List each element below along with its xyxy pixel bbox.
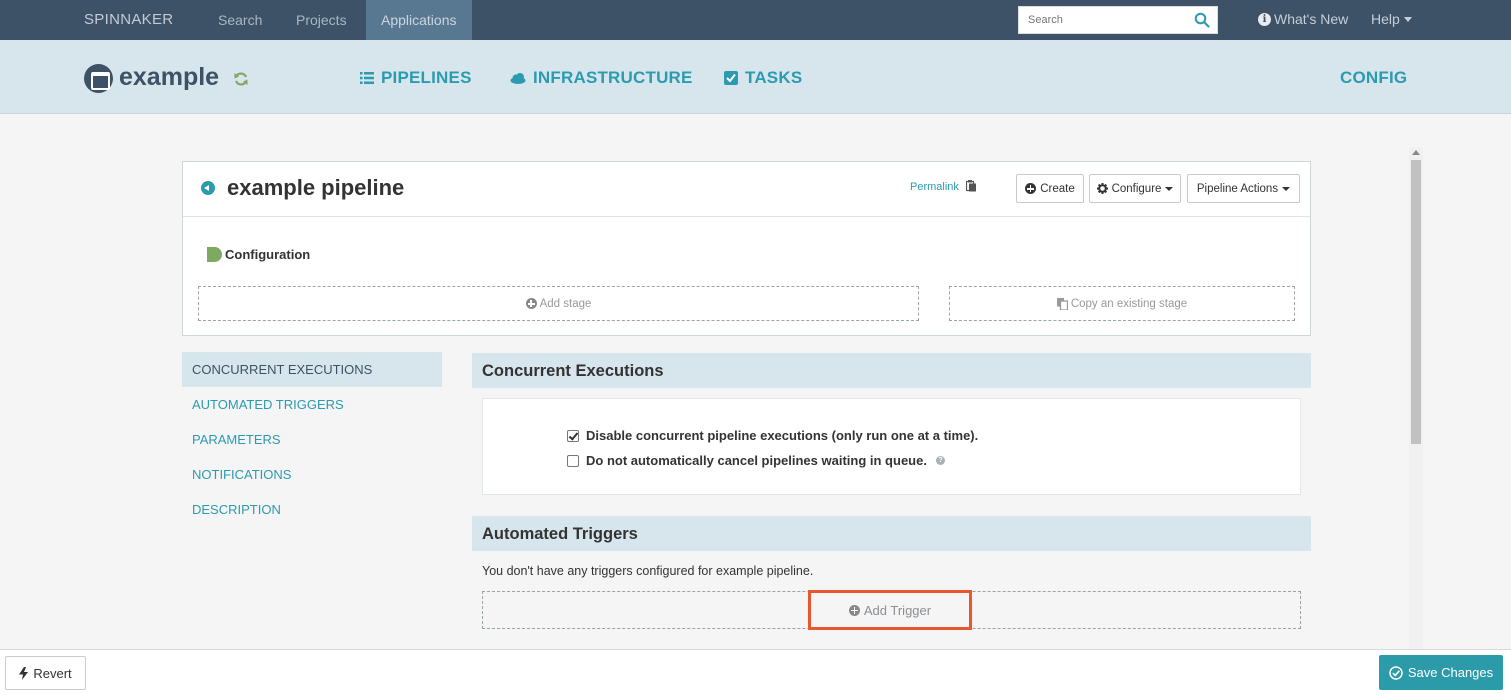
- tab-pipelines[interactable]: PIPELINES: [360, 68, 472, 88]
- create-button-label: Create: [1040, 182, 1075, 195]
- copy-stage-label: Copy an existing stage: [1070, 297, 1188, 310]
- nav-applications[interactable]: Applications: [366, 0, 472, 40]
- add-stage-label: Add stage: [539, 297, 592, 310]
- configuration-stage-label: Configuration: [225, 247, 311, 262]
- save-changes-label: Save Changes: [1407, 665, 1494, 680]
- chevron-down-icon: [1282, 186, 1291, 191]
- refresh-icon[interactable]: [233, 71, 249, 87]
- whats-new-link[interactable]: i What's New: [1258, 11, 1348, 27]
- application-header: example PIPELINES INFRASTRUCTURE TASKS C…: [0, 40, 1511, 114]
- chevron-down-icon: [1165, 186, 1174, 191]
- list-icon: [360, 72, 374, 84]
- copy-icon: [1056, 297, 1068, 310]
- help-icon[interactable]: ?: [935, 456, 945, 465]
- help-label: Help: [1371, 11, 1400, 27]
- checkbox-icon: [724, 71, 738, 85]
- section-nav-concurrent-executions[interactable]: CONCURRENT EXECUTIONS: [182, 352, 442, 387]
- tab-config[interactable]: CONFIG: [1340, 68, 1407, 88]
- concurrent-executions-panel: Disable concurrent pipeline executions (…: [482, 398, 1301, 495]
- help-menu[interactable]: Help: [1371, 11, 1412, 27]
- brand-logo[interactable]: SPINNAKER: [84, 11, 173, 28]
- add-stage-button[interactable]: Add stage: [198, 286, 919, 321]
- tab-infrastructure[interactable]: INFRASTRUCTURE: [510, 68, 693, 88]
- permalink-link[interactable]: Permalink: [910, 181, 959, 193]
- no-auto-cancel-option[interactable]: Do not automatically cancel pipelines wa…: [567, 453, 945, 468]
- tab-tasks-label: TASKS: [745, 68, 803, 87]
- back-arrow-icon[interactable]: [201, 181, 215, 195]
- application-name: example: [119, 63, 220, 91]
- disable-concurrent-checkbox[interactable]: [567, 429, 579, 442]
- check-circle-icon: [1389, 665, 1403, 680]
- clipboard-icon[interactable]: [966, 180, 977, 192]
- nav-projects[interactable]: Projects: [296, 0, 347, 40]
- scrollbar-thumb[interactable]: [1411, 160, 1421, 444]
- section-nav-description[interactable]: DESCRIPTION: [182, 492, 442, 527]
- gear-icon: [1096, 183, 1108, 194]
- copy-stage-button[interactable]: Copy an existing stage: [949, 286, 1295, 321]
- add-trigger-button[interactable]: Add Trigger: [808, 590, 972, 630]
- chevron-down-icon: [1403, 16, 1412, 22]
- whats-new-label: What's New: [1274, 11, 1349, 27]
- save-changes-button[interactable]: Save Changes: [1379, 655, 1503, 690]
- disable-concurrent-label: Disable concurrent pipeline executions (…: [586, 428, 979, 443]
- pipeline-card: example pipeline Permalink Create Config…: [182, 161, 1311, 336]
- plus-circle-icon: [848, 604, 860, 616]
- search-input[interactable]: [1019, 7, 1189, 33]
- plus-circle-icon: [1025, 183, 1037, 194]
- disable-concurrent-option[interactable]: Disable concurrent pipeline executions (…: [567, 428, 978, 443]
- no-triggers-message: You don't have any triggers configured f…: [482, 564, 814, 578]
- configure-button-label: Configure: [1111, 182, 1162, 195]
- info-icon: i: [1258, 12, 1271, 26]
- pipeline-title: example pipeline: [227, 175, 405, 200]
- bolt-icon: [19, 666, 29, 680]
- revert-button[interactable]: Revert: [5, 656, 86, 690]
- tab-infrastructure-label: INFRASTRUCTURE: [533, 68, 693, 87]
- automated-triggers-heading: Automated Triggers: [472, 516, 1311, 551]
- concurrent-executions-heading: Concurrent Executions: [472, 353, 1311, 388]
- no-auto-cancel-checkbox[interactable]: [567, 454, 579, 467]
- pipeline-actions-button[interactable]: Pipeline Actions: [1187, 174, 1300, 203]
- pipeline-actions-label: Pipeline Actions: [1196, 182, 1279, 195]
- cloud-icon: [510, 72, 526, 84]
- section-nav: CONCURRENT EXECUTIONS AUTOMATED TRIGGERS…: [182, 352, 442, 527]
- plus-circle-icon: [525, 298, 537, 309]
- tab-tasks[interactable]: TASKS: [724, 68, 802, 88]
- configuration-stage[interactable]: Configuration: [207, 247, 310, 262]
- nav-search[interactable]: Search: [218, 0, 262, 40]
- global-search: [1018, 6, 1218, 34]
- configure-button[interactable]: Configure: [1089, 174, 1181, 203]
- create-button[interactable]: Create: [1016, 174, 1084, 203]
- section-nav-automated-triggers[interactable]: AUTOMATED TRIGGERS: [182, 387, 442, 422]
- scroll-up-icon[interactable]: [1412, 150, 1420, 155]
- pipeline-header: example pipeline Permalink Create Config…: [183, 162, 1310, 217]
- revert-button-label: Revert: [33, 665, 72, 681]
- top-navbar: SPINNAKER Search Projects Applications i…: [0, 0, 1511, 40]
- add-trigger-label: Add Trigger: [863, 602, 932, 618]
- application-icon: [84, 64, 113, 93]
- section-nav-parameters[interactable]: PARAMETERS: [182, 422, 442, 457]
- search-icon[interactable]: [1194, 12, 1210, 28]
- tab-pipelines-label: PIPELINES: [381, 68, 472, 87]
- section-nav-notifications[interactable]: NOTIFICATIONS: [182, 457, 442, 492]
- stage-flag-icon: [207, 247, 222, 262]
- no-auto-cancel-label: Do not automatically cancel pipelines wa…: [586, 453, 927, 468]
- footer-bar: Revert Save Changes: [0, 649, 1511, 696]
